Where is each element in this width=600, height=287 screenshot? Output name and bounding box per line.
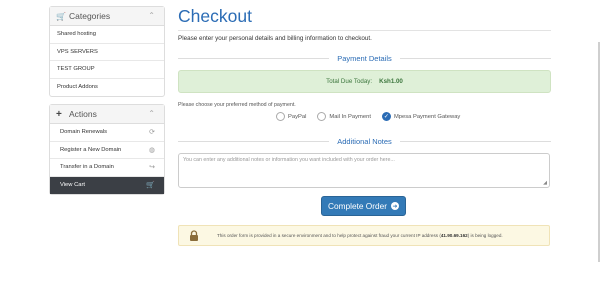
sidebar-item-vps-servers[interactable]: VPS SERVERS	[50, 44, 164, 61]
sidebar-item-shared-hosting[interactable]: Shared hosting	[50, 26, 164, 44]
total-due-value: Ksh1.00	[379, 78, 403, 85]
plus-icon: +	[56, 108, 62, 120]
ip-address: 41.90.69.162	[440, 233, 468, 238]
sidebar-item-test-group[interactable]: TEST GROUP	[50, 61, 164, 79]
intro-text: Please enter your personal details and b…	[178, 35, 372, 42]
actions-panel-header[interactable]: + Actions ⌃	[50, 105, 164, 124]
lock-icon	[189, 230, 207, 241]
radio-button[interactable]	[317, 112, 327, 121]
secure-notice-text: This order form is provided in a secure …	[217, 233, 503, 238]
additional-notes-heading: Additional Notes	[178, 136, 551, 146]
total-due-alert: Total Due Today: Ksh1.00	[178, 70, 551, 93]
notes-textarea[interactable]: You can enter any additional notes or in…	[178, 153, 550, 188]
radio-button[interactable]	[276, 112, 285, 121]
sidebar-item-domain-renewals[interactable]: Domain Renewals ⟳	[50, 124, 164, 142]
categories-title: Categories	[69, 11, 111, 21]
cart-icon: 🛒	[56, 11, 66, 21]
refresh-icon: ⟳	[149, 129, 155, 137]
complete-order-button[interactable]: Complete Order ➜	[321, 196, 406, 216]
payment-option-mpesa[interactable]: ✓ Mpesa Payment Gateway	[381, 112, 460, 121]
resize-handle-icon[interactable]: ◢	[543, 180, 547, 186]
payment-option-paypal[interactable]: PayPal	[276, 112, 306, 121]
arrow-right-icon: ➜	[391, 202, 400, 210]
chevron-up-icon[interactable]: ⌃	[148, 109, 155, 118]
total-due-label: Total Due Today:	[326, 78, 373, 85]
globe-icon: ◍	[148, 146, 155, 154]
sidebar-item-product-addons[interactable]: Product Addons	[50, 79, 164, 97]
sidebar-item-register-domain[interactable]: Register a New Domain ◍	[50, 142, 164, 159]
chevron-up-icon[interactable]: ⌃	[148, 11, 155, 20]
cart-icon: 🛒	[146, 182, 155, 190]
check-icon[interactable]: ✓	[381, 112, 391, 121]
sidebar-item-transfer-domain[interactable]: Transfer in a Domain ↪	[50, 159, 164, 177]
choose-payment-text: Please choose your preferred method of p…	[178, 102, 296, 108]
actions-panel: + Actions ⌃ Domain Renewals ⟳ Register a…	[49, 104, 165, 195]
payment-method-options: PayPal Mail In Payment ✓ Mpesa Payment G…	[276, 112, 471, 121]
actions-title: Actions	[69, 109, 97, 119]
notes-placeholder: You can enter any additional notes or in…	[183, 157, 395, 163]
payment-option-mail-in[interactable]: Mail In Payment	[317, 112, 371, 121]
categories-panel: 🛒 Categories ⌃ Shared hosting VPS SERVER…	[49, 6, 165, 97]
share-icon: ↪	[149, 164, 155, 172]
categories-panel-header[interactable]: 🛒 Categories ⌃	[50, 7, 164, 26]
payment-details-heading: Payment Details	[178, 53, 551, 63]
secure-notice: This order form is provided in a secure …	[178, 225, 550, 246]
sidebar-item-view-cart[interactable]: View Cart 🛒	[50, 176, 164, 194]
title-divider	[178, 30, 551, 31]
page-title: Checkout	[178, 6, 252, 26]
